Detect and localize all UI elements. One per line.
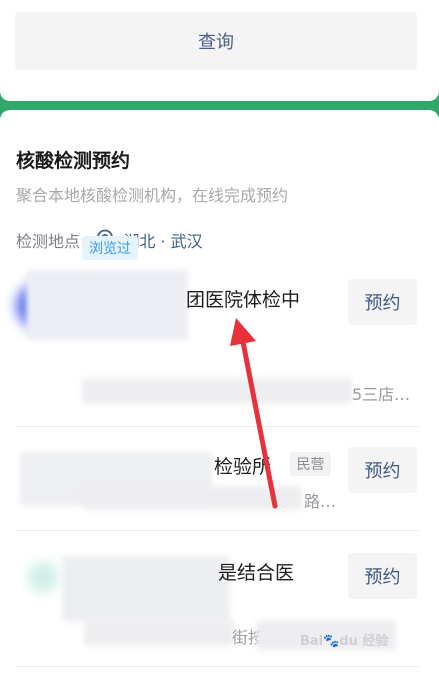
institution-address-1: 5三店… [352, 385, 411, 404]
book-button-3[interactable]: 预约 [348, 553, 417, 599]
query-card: 查询 [0, 0, 439, 101]
book-button-2[interactable]: 预约 [348, 447, 417, 493]
blurred-address-1 [82, 378, 352, 404]
institution-logo [28, 562, 58, 592]
book-button-1[interactable]: 预约 [348, 279, 417, 325]
blurred-name-1 [26, 270, 188, 340]
section-subtitle: 聚合本地核酸检测机构，在线完成预约 [16, 186, 289, 205]
institution-name-3[interactable]: 是结合医 [218, 558, 294, 585]
blurred-address-2 [84, 486, 302, 510]
institution-name-1[interactable]: 团医院体检中 [186, 285, 300, 312]
section-title: 核酸检测预约 [16, 150, 131, 172]
institution-address-2: 路… [304, 492, 337, 511]
watermark-logo: Bai🐾du 经验 [300, 634, 389, 649]
private-badge: 民营 [290, 452, 331, 476]
institution-name-2[interactable]: 检验所 [214, 452, 271, 479]
divider [16, 426, 418, 427]
blurred-address-3 [84, 620, 234, 646]
divider [16, 666, 418, 667]
divider [16, 530, 418, 531]
viewed-badge: 浏览过 [82, 236, 138, 260]
blurred-name-3 [62, 556, 230, 622]
location-label: 检测地点: [16, 232, 86, 251]
query-button[interactable]: 查询 [15, 12, 417, 70]
